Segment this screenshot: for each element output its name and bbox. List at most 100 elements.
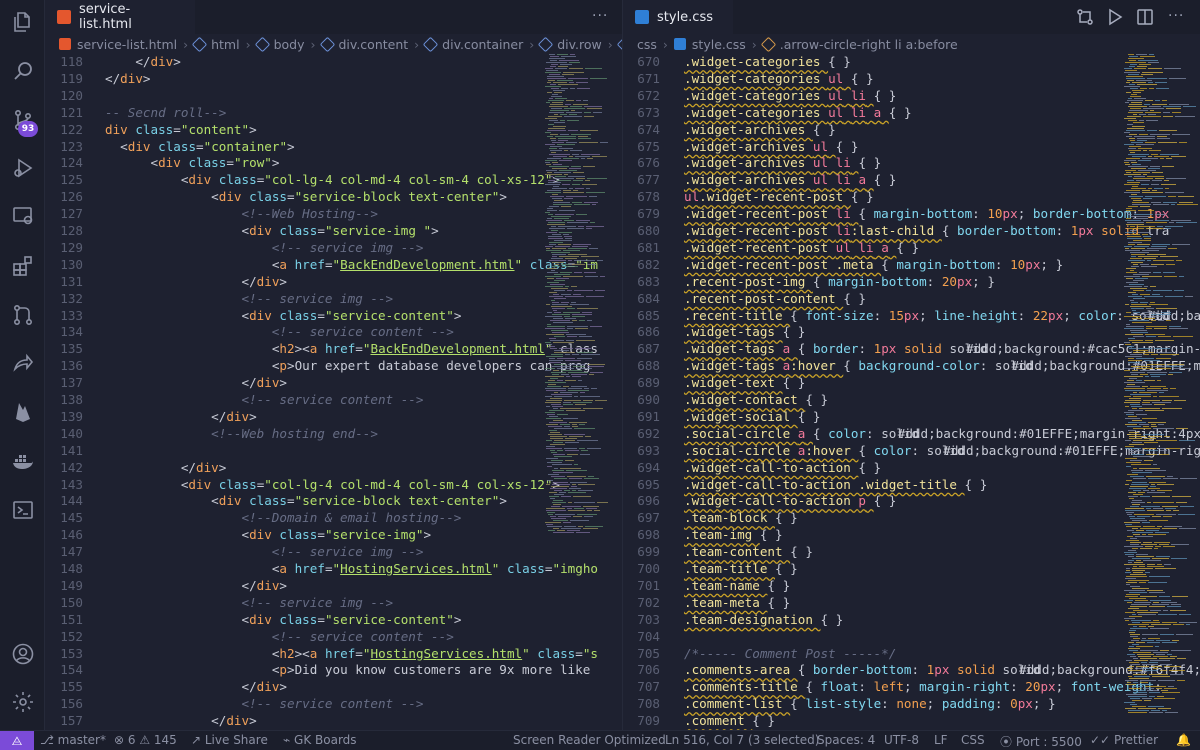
- code-line[interactable]: 140 <!--Web hosting end-->: [45, 425, 622, 442]
- breadcrumb-item[interactable]: div.content: [319, 36, 408, 52]
- code-line[interactable]: 674 .widget-archives { }: [623, 121, 1200, 138]
- code-line[interactable]: 122 div class="content">: [45, 121, 622, 138]
- code-line[interactable]: 138 <!-- service content -->: [45, 391, 622, 408]
- code-line[interactable]: 694 .widget-call-to-action { }: [623, 459, 1200, 476]
- code-line[interactable]: 683 .recent-post-img { margin-bottom: 20p…: [623, 273, 1200, 290]
- more-actions-icon[interactable]: ···: [1168, 8, 1184, 24]
- run-debug-icon[interactable]: [0, 148, 45, 188]
- code-line[interactable]: 152 <!-- service content -->: [45, 628, 622, 645]
- code-line[interactable]: 135 <h2><a href="BackEndDevelopment.html…: [45, 340, 622, 357]
- code-line[interactable]: 699 .team-content { }: [623, 543, 1200, 560]
- remote-indicator-icon[interactable]: ⨺: [0, 731, 34, 750]
- code-line[interactable]: 120: [45, 87, 622, 104]
- breadcrumb-item[interactable]: div.container: [422, 36, 523, 52]
- branch-status[interactable]: ⎇ master*: [40, 733, 106, 747]
- code-line[interactable]: 706 .comments-area { border-bottom: 1px s…: [623, 661, 1200, 678]
- search-icon[interactable]: [0, 51, 45, 91]
- code-line[interactable]: 690 .widget-contact { }: [623, 391, 1200, 408]
- code-line[interactable]: 685 .recent-title { font-size: 15px; line…: [623, 307, 1200, 324]
- code-line[interactable]: 132 <!-- service img -->: [45, 290, 622, 307]
- tab-style-css[interactable]: style.css: [623, 0, 733, 34]
- code-line[interactable]: 130 <a href="BackEndDevelopment.html" cl…: [45, 256, 622, 273]
- code-line[interactable]: 143 <div class="col-lg-4 col-md-4 col-sm…: [45, 476, 622, 493]
- settings-gear-icon[interactable]: [0, 682, 45, 722]
- powershell-icon[interactable]: [0, 490, 45, 530]
- code-line[interactable]: 681 .widget-recent-post ul li a { }: [623, 239, 1200, 256]
- code-line[interactable]: 123 <div class="container">: [45, 138, 622, 155]
- code-line[interactable]: 695 .widget-call-to-action .widget-title …: [623, 476, 1200, 493]
- code-line[interactable]: 119 </div>: [45, 70, 622, 87]
- code-line[interactable]: 146 <div class="service-img">: [45, 526, 622, 543]
- more-actions-icon[interactable]: ···: [592, 8, 608, 24]
- code-line[interactable]: 153 <h2><a href="HostingServices.html" c…: [45, 645, 622, 662]
- code-line[interactable]: 151 <div class="service-content">: [45, 611, 622, 628]
- code-line[interactable]: 697 .team-block { }: [623, 509, 1200, 526]
- run-icon[interactable]: [1106, 8, 1124, 26]
- language-status[interactable]: CSS: [961, 733, 985, 747]
- code-line[interactable]: 139 </div>: [45, 408, 622, 425]
- notifications-icon[interactable]: 🔔: [1176, 733, 1191, 747]
- code-line[interactable]: 141: [45, 442, 622, 459]
- code-editor[interactable]: 670 .widget-categories { } 671 .widget-cate…: [623, 53, 1200, 730]
- explorer-icon[interactable]: [0, 2, 45, 42]
- code-line[interactable]: 677 .widget-archives ul li a { }: [623, 171, 1200, 188]
- breadcrumb-item[interactable]: div.row: [537, 36, 602, 52]
- remote-explorer-icon[interactable]: [0, 196, 45, 236]
- breadcrumb-item[interactable]: service-list.html: [59, 37, 177, 52]
- minimap[interactable]: [545, 54, 609, 730]
- code-line[interactable]: 154 <p>Did you know customers are 9x mor…: [45, 661, 622, 678]
- code-line[interactable]: 682 .widget-recent-post .meta { margin-bo…: [623, 256, 1200, 273]
- code-line[interactable]: 693 .social-circle a:hover { color: solid…: [623, 442, 1200, 459]
- code-line[interactable]: 673 .widget-categories ul li a { }: [623, 104, 1200, 121]
- firebase-icon[interactable]: [0, 392, 45, 432]
- code-line[interactable]: 128 <div class="service-img ">: [45, 222, 622, 239]
- code-line[interactable]: 133 <div class="service-content">: [45, 307, 622, 324]
- code-line[interactable]: 675 .widget-archives ul { }: [623, 138, 1200, 155]
- code-line[interactable]: 691 .widget-social { }: [623, 408, 1200, 425]
- code-line[interactable]: 678 ul.widget-recent-post { }: [623, 188, 1200, 205]
- code-line[interactable]: 688 .widget-tags a:hover { background-col…: [623, 357, 1200, 374]
- code-line[interactable]: 679 .widget-recent-post li { margin-botto…: [623, 205, 1200, 222]
- code-line[interactable]: 670 .widget-categories { }: [623, 53, 1200, 70]
- code-line[interactable]: 121 -- Secnd roll-->: [45, 104, 622, 121]
- code-line[interactable]: 155 </div>: [45, 678, 622, 695]
- code-line[interactable]: 702 .team-meta { }: [623, 594, 1200, 611]
- code-line[interactable]: 671 .widget-categories ul { }: [623, 70, 1200, 87]
- live-server-port-status[interactable]: ⦿ Port : 5500: [1000, 733, 1082, 750]
- code-line[interactable]: 118 </div>: [45, 53, 622, 70]
- code-line[interactable]: 144 <div class="service-block text-cente…: [45, 492, 622, 509]
- code-line[interactable]: 692 .social-circle a { color: solid #ddd;…: [623, 425, 1200, 442]
- code-line[interactable]: 708 .comment-list { list-style: none; pad…: [623, 695, 1200, 712]
- eol-status[interactable]: LF: [934, 733, 948, 747]
- code-line[interactable]: 684 .recent-post-content { }: [623, 290, 1200, 307]
- code-line[interactable]: 703 .team-designation { }: [623, 611, 1200, 628]
- code-line[interactable]: 150 <!-- service img -->: [45, 594, 622, 611]
- code-line[interactable]: 136 <p>Our expert database developers ca…: [45, 357, 622, 374]
- compare-changes-icon[interactable]: [1076, 8, 1094, 26]
- code-line[interactable]: 705/*----- Comment Post -----*/: [623, 645, 1200, 662]
- problems-status[interactable]: ⊗ 6 ⚠ 145: [114, 733, 177, 747]
- split-editor-icon[interactable]: [1136, 8, 1154, 26]
- code-line[interactable]: 696 .widget-call-to-action p { }: [623, 492, 1200, 509]
- code-line[interactable]: 689 .widget-text { }: [623, 374, 1200, 391]
- cursor-position-status[interactable]: Ln 516, Col 7 (3 selected): [665, 733, 819, 747]
- code-line[interactable]: 709 .comment { }: [623, 712, 1200, 729]
- code-line[interactable]: 125 <div class="col-lg-4 col-md-4 col-sm…: [45, 171, 622, 188]
- prettier-status[interactable]: ✓✓ Prettier: [1090, 733, 1158, 747]
- extensions-icon[interactable]: [0, 246, 45, 286]
- code-line[interactable]: 687 .widget-tags a { border: 1px solid so…: [623, 340, 1200, 357]
- code-line[interactable]: 145 <!--Domain & email hosting-->: [45, 509, 622, 526]
- code-line[interactable]: 676 .widget-archives ul li { }: [623, 154, 1200, 171]
- screen-reader-status[interactable]: Screen Reader Optimized: [513, 733, 666, 747]
- code-line[interactable]: 149 </div>: [45, 577, 622, 594]
- code-line[interactable]: 131 </div>: [45, 273, 622, 290]
- docker-icon[interactable]: [0, 441, 45, 481]
- code-line[interactable]: 156 <!-- service content -->: [45, 695, 622, 712]
- code-line[interactable]: 698 .team-img { }: [623, 526, 1200, 543]
- code-line[interactable]: 686 .widget-tags { }: [623, 323, 1200, 340]
- live-share-icon[interactable]: [0, 343, 45, 383]
- code-line[interactable]: 700 .team-title { }: [623, 560, 1200, 577]
- code-editor[interactable]: 118 </div> 119 </div> 120 121 -- Secnd roll--…: [45, 53, 622, 730]
- code-line[interactable]: 147 <!-- service img -->: [45, 543, 622, 560]
- code-line[interactable]: 701 .team-name { }: [623, 577, 1200, 594]
